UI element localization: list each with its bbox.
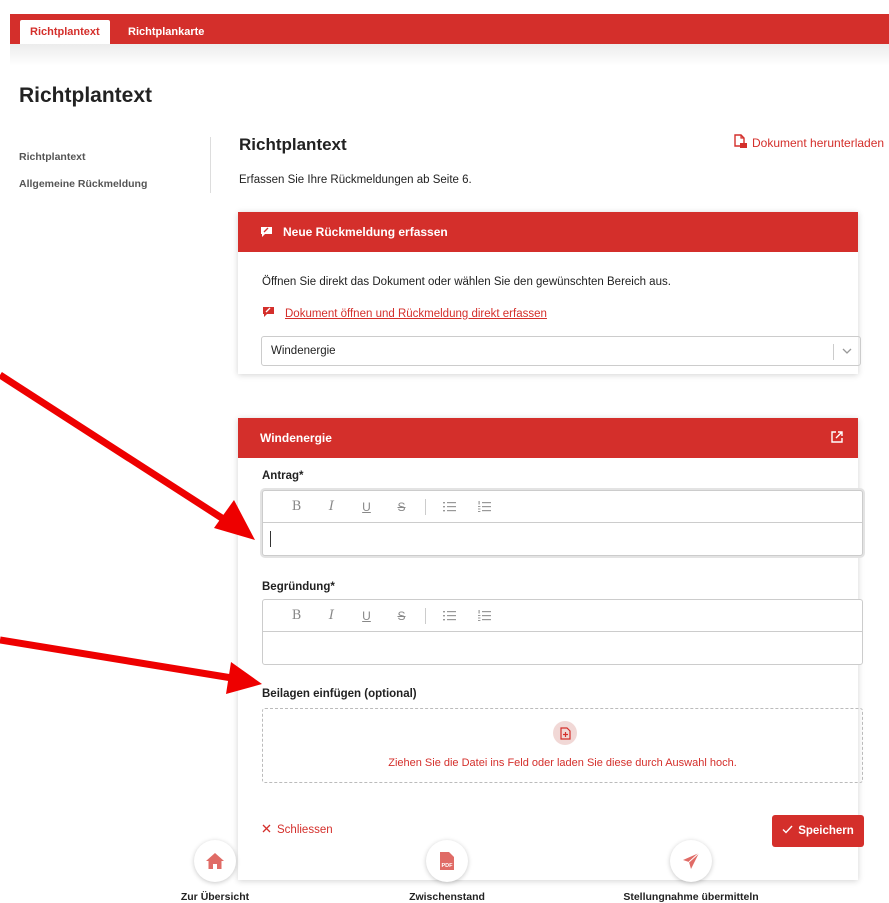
- antrag-text-area[interactable]: [263, 523, 862, 555]
- antrag-toolbar: B I U S: [263, 491, 862, 523]
- pdf-icon: PDF: [426, 840, 468, 882]
- italic-button[interactable]: I: [314, 499, 349, 514]
- annotation-arrow-begruendung: [0, 636, 262, 694]
- file-upload-icon: [553, 721, 577, 745]
- underline-button[interactable]: U: [349, 500, 384, 514]
- area-select[interactable]: Windenergie: [261, 336, 861, 366]
- new-feedback-card: Neue Rückmeldung erfassen Öffnen Sie dir…: [238, 212, 861, 374]
- download-label: Dokument herunterladen: [752, 136, 885, 150]
- sidebar-item-allgemeine-rueckmeldung[interactable]: Allgemeine Rückmeldung: [19, 178, 147, 190]
- nav-submit-label: Stellungnahme übermitteln: [623, 891, 759, 903]
- dropzone-text: Ziehen Sie die Datei ins Feld oder laden…: [388, 757, 737, 769]
- strikethrough-button[interactable]: S: [384, 500, 419, 514]
- close-icon: [262, 824, 271, 836]
- home-icon: [194, 840, 236, 882]
- comment-edit-icon: [260, 226, 273, 238]
- attachment-dropzone[interactable]: Ziehen Sie die Datei ins Feld oder laden…: [262, 708, 863, 783]
- section-title: Richtplantext: [239, 135, 347, 154]
- area-select-value: Windenergie: [271, 345, 336, 357]
- close-label: Schliessen: [277, 824, 333, 836]
- bold-button[interactable]: B: [279, 608, 314, 623]
- sidebar-nav: Richtplantext Allgemeine Rückmeldung: [19, 151, 147, 205]
- new-feedback-text: Öffnen Sie direkt das Dokument oder wähl…: [262, 276, 671, 288]
- toolbar-separator: [425, 607, 426, 624]
- numbered-list-icon[interactable]: [467, 500, 502, 513]
- attachments-label: Beilagen einfügen (optional): [262, 688, 417, 700]
- new-feedback-title: Neue Rückmeldung erfassen: [283, 225, 448, 239]
- external-link-icon[interactable]: [830, 430, 844, 447]
- underline-button[interactable]: U: [349, 609, 384, 623]
- nav-submit[interactable]: Stellungnahme übermitteln: [616, 840, 766, 903]
- annotation-arrow-antrag: [0, 372, 255, 540]
- begruendung-editor[interactable]: B I U S: [262, 599, 863, 665]
- download-document-link[interactable]: Dokument herunterladen: [733, 134, 884, 152]
- new-feedback-header: Neue Rückmeldung erfassen: [238, 212, 858, 252]
- bullet-list-icon[interactable]: [432, 610, 467, 621]
- check-icon: [782, 825, 793, 837]
- numbered-list-icon[interactable]: [467, 609, 502, 622]
- close-button[interactable]: Schliessen: [262, 824, 333, 836]
- nav-overview[interactable]: Zur Übersicht: [160, 840, 270, 903]
- begruendung-toolbar: B I U S: [263, 600, 862, 632]
- intro-text: Erfassen Sie Ihre Rückmeldungen ab Seite…: [239, 174, 472, 186]
- text-caret: [270, 531, 271, 547]
- form-header: Windenergie: [238, 418, 858, 458]
- select-separator: [833, 344, 834, 360]
- nav-interim-label: Zwischenstand: [409, 891, 485, 903]
- toolbar-separator: [425, 498, 426, 515]
- sidebar-item-richtplantext[interactable]: Richtplantext: [19, 151, 147, 163]
- document-download-icon: [733, 134, 747, 152]
- begruendung-label: Begründung*: [262, 581, 335, 593]
- bullet-list-icon[interactable]: [432, 501, 467, 512]
- page-title: Richtplantext: [19, 84, 153, 107]
- chevron-down-icon: [841, 345, 853, 360]
- sidebar-divider: [210, 137, 211, 193]
- strikethrough-button[interactable]: S: [384, 609, 419, 623]
- save-label: Speichern: [798, 825, 854, 837]
- svg-text:PDF: PDF: [442, 863, 454, 869]
- comment-edit-icon: [262, 306, 275, 321]
- form-title: Windenergie: [260, 431, 332, 445]
- open-document-label: Dokument öffnen und Rückmeldung direkt e…: [285, 307, 547, 320]
- antrag-editor[interactable]: B I U S: [262, 490, 863, 556]
- nav-overview-label: Zur Übersicht: [180, 891, 250, 903]
- begruendung-text-area[interactable]: [263, 632, 862, 664]
- italic-button[interactable]: I: [314, 608, 349, 623]
- feedback-form-card: Windenergie Antrag* B I U S Begründung* …: [238, 418, 864, 880]
- header-shadow: [10, 44, 889, 66]
- send-icon: [670, 840, 712, 882]
- open-document-link[interactable]: Dokument öffnen und Rückmeldung direkt e…: [262, 306, 547, 321]
- bottom-nav: Zur Übersicht PDF Zwischenstand Stellung…: [0, 840, 889, 903]
- nav-interim[interactable]: PDF Zwischenstand: [397, 840, 497, 903]
- tab-richtplankarte[interactable]: Richtplankarte: [118, 20, 214, 44]
- top-tab-bar: Richtplantext Richtplankarte: [10, 14, 889, 44]
- tab-richtplantext[interactable]: Richtplantext: [20, 20, 110, 44]
- bold-button[interactable]: B: [279, 499, 314, 514]
